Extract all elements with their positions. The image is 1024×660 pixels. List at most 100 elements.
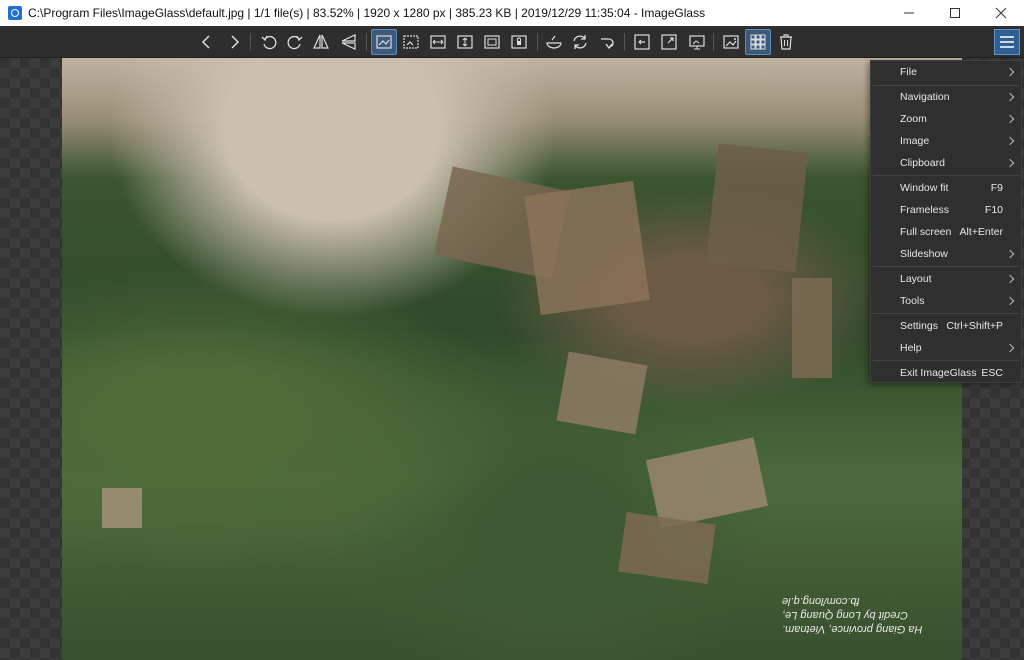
menu-item-full-screen[interactable]: Full screen Alt+Enter (871, 221, 1021, 243)
menu-item-layout[interactable]: Layout (871, 268, 1021, 290)
maximize-icon (950, 8, 960, 18)
thumbnail-bar-button[interactable] (629, 29, 655, 55)
chevron-right-icon (231, 35, 240, 49)
minimize-button[interactable] (886, 0, 932, 26)
menu-item-zoom[interactable]: Zoom (871, 108, 1021, 130)
menu-label: Layout (900, 273, 932, 285)
full-screen-button[interactable] (656, 29, 682, 55)
scale-height-icon (457, 35, 473, 49)
scale-width-button[interactable] (425, 29, 451, 55)
previous-image-button[interactable] (194, 29, 220, 55)
menu-label: Help (900, 342, 922, 354)
menu-label: Frameless (900, 204, 950, 216)
shortcut-label: Ctrl+Shift+P (946, 320, 1003, 332)
menu-item-frameless[interactable]: Frameless F10 (871, 199, 1021, 221)
shortcut-label: Alt+Enter (959, 226, 1003, 238)
menu-label: Tools (900, 295, 925, 307)
close-button[interactable] (978, 0, 1024, 26)
menu-label: Navigation (900, 91, 950, 103)
bowl-icon (546, 35, 562, 49)
shortcut-label: F10 (984, 204, 1003, 216)
slideshow-icon (689, 35, 705, 50)
rotate-right-icon (287, 35, 303, 50)
menu-label: Slideshow (900, 248, 948, 260)
photo-caption: Ha Giang province, Vietnam. Credit by Lo… (782, 594, 962, 636)
flip-horizontal-icon (313, 34, 329, 49)
image-icon (723, 35, 739, 49)
thumbnail-grid-button[interactable] (745, 29, 771, 55)
refresh-icon (573, 35, 587, 49)
chevron-right-icon (1005, 158, 1015, 168)
lock-icon (511, 35, 527, 49)
menu-item-window-fit[interactable]: Window fit F9 (871, 177, 1021, 199)
set-desktop-background-button[interactable] (718, 29, 744, 55)
chevron-right-icon (1005, 343, 1015, 353)
open-with-button[interactable] (541, 29, 567, 55)
menu-item-exit[interactable]: Exit ImageGlass ESC (871, 362, 1021, 384)
refresh-button[interactable] (567, 29, 593, 55)
scale-to-fit-button[interactable] (479, 29, 505, 55)
auto-zoom-icon (376, 35, 392, 49)
image-import-icon (634, 34, 650, 50)
chevron-right-icon (1005, 67, 1015, 77)
menu-item-navigation[interactable]: Navigation (871, 86, 1021, 108)
trash-icon (780, 34, 792, 50)
chevron-right-icon (1005, 136, 1015, 146)
scale-to-fit-icon (484, 35, 500, 49)
window-title: C:\Program Files\ImageGlass\default.jpg … (28, 6, 706, 20)
menu-label: Window fit (900, 182, 949, 194)
main-menu-button[interactable] (994, 29, 1020, 55)
rotate-right-button[interactable] (282, 29, 308, 55)
flip-vertical-button[interactable] (336, 29, 362, 55)
zoom-ratio-icon (403, 35, 419, 49)
caption-line-2: Credit by Long Quang Le, fb.com/long.q.l… (782, 595, 908, 621)
menu-item-settings[interactable]: Settings Ctrl+Shift+P (871, 315, 1021, 337)
rotate-left-icon (261, 35, 277, 50)
chevron-right-icon (1005, 92, 1015, 102)
photo-image: Ha Giang province, Vietnam. Credit by Lo… (62, 58, 962, 660)
go-to-image-button[interactable] (594, 29, 620, 55)
menu-item-clipboard[interactable]: Clipboard (871, 152, 1021, 174)
lock-zoom-ratio-button[interactable] (506, 29, 532, 55)
delete-button[interactable] (773, 29, 799, 55)
main-menu-dropdown: File Navigation Zoom Image Clipboard Win… (870, 60, 1022, 383)
menu-label: File (900, 66, 917, 78)
menu-item-file[interactable]: File (871, 61, 1021, 83)
chevron-right-icon (1005, 249, 1015, 259)
toolbar (0, 26, 1024, 58)
title-bar: C:\Program Files\ImageGlass\default.jpg … (0, 0, 1024, 26)
lock-zoom-button[interactable] (398, 29, 424, 55)
scale-width-icon (430, 35, 446, 49)
menu-item-slideshow[interactable]: Slideshow (871, 243, 1021, 265)
fullscreen-icon (661, 34, 677, 50)
flip-vertical-icon (341, 34, 356, 50)
menu-item-help[interactable]: Help (871, 337, 1021, 359)
scale-height-button[interactable] (452, 29, 478, 55)
arrow-curve-icon (601, 38, 614, 50)
caption-line-1: Ha Giang province, Vietnam. (782, 623, 923, 635)
menu-label: Zoom (900, 113, 927, 125)
imageglass-app-icon (8, 6, 22, 20)
flip-horizontal-button[interactable] (308, 29, 334, 55)
hamburger-menu-icon (1000, 36, 1014, 48)
shortcut-label: F9 (990, 182, 1003, 194)
close-icon (995, 7, 1007, 19)
menu-label: Clipboard (900, 157, 945, 169)
auto-zoom-button[interactable] (371, 29, 397, 55)
menu-label: Image (900, 135, 930, 147)
chevron-right-icon (1005, 114, 1015, 124)
minimize-icon (904, 12, 914, 14)
slideshow-button[interactable] (684, 29, 710, 55)
next-image-button[interactable] (221, 29, 247, 55)
menu-label: Exit ImageGlass (900, 367, 977, 379)
menu-item-image[interactable]: Image (871, 130, 1021, 152)
maximize-button[interactable] (932, 0, 978, 26)
menu-item-tools[interactable]: Tools (871, 290, 1021, 312)
chevron-right-icon (1005, 274, 1015, 284)
menu-label: Settings (900, 320, 938, 332)
chevron-left-icon (201, 35, 210, 49)
rotate-left-button[interactable] (256, 29, 282, 55)
chevron-right-icon (1005, 296, 1015, 306)
grid-icon (750, 34, 766, 50)
menu-label: Full screen (900, 226, 952, 238)
